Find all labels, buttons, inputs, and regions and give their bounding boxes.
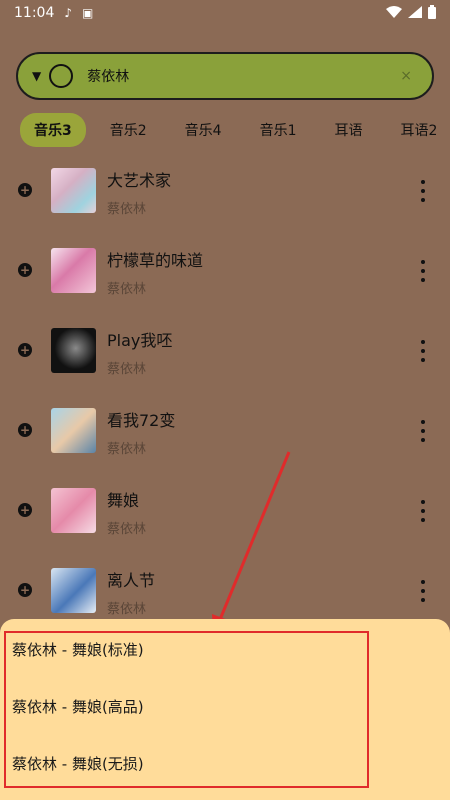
- status-bar: 11:04 ♪ ▣: [0, 0, 450, 26]
- dropdown-arrow-icon[interactable]: ▼: [32, 69, 41, 83]
- more-options-icon[interactable]: [416, 180, 430, 202]
- more-options-icon[interactable]: [416, 420, 430, 442]
- album-cover: [51, 328, 96, 373]
- song-list: + 大艺术家 蔡依林 + 柠檬草的味道 蔡依林 + Play我呸 蔡依林 + 看…: [0, 152, 450, 632]
- quality-option-high[interactable]: 蔡依林 - 舞娘(高品): [12, 696, 144, 717]
- album-cover: [51, 248, 96, 293]
- song-row[interactable]: + 舞娘 蔡依林: [0, 472, 450, 552]
- status-time: 11:04: [14, 5, 55, 21]
- status-right: [386, 4, 436, 22]
- music-note-icon: ♪: [64, 6, 73, 20]
- add-icon[interactable]: +: [18, 263, 32, 277]
- search-input[interactable]: [85, 67, 401, 85]
- song-title: 离人节: [107, 571, 156, 590]
- song-artist: 蔡依林: [107, 602, 147, 617]
- album-cover: [51, 568, 96, 613]
- song-row[interactable]: + 看我72变 蔡依林: [0, 392, 450, 472]
- song-row[interactable]: + Play我呸 蔡依林: [0, 312, 450, 392]
- add-icon[interactable]: +: [18, 423, 32, 437]
- tab-music4[interactable]: 音乐4: [171, 113, 236, 147]
- status-left: 11:04 ♪ ▣: [14, 5, 93, 21]
- tab-whisper2[interactable]: 耳语2: [387, 113, 450, 147]
- battery-icon: [428, 4, 436, 22]
- song-title: Play我呸: [107, 331, 173, 350]
- search-circle-icon: [49, 64, 74, 88]
- more-options-icon[interactable]: [416, 580, 430, 602]
- quality-option-lossless[interactable]: 蔡依林 - 舞娘(无损): [12, 753, 144, 774]
- more-options-icon[interactable]: [416, 340, 430, 362]
- song-artist: 蔡依林: [107, 362, 147, 377]
- tab-music2[interactable]: 音乐2: [96, 113, 161, 147]
- more-options-icon[interactable]: [416, 260, 430, 282]
- search-bar[interactable]: ▼ ×: [16, 52, 434, 100]
- song-artist: 蔡依林: [107, 442, 147, 457]
- add-icon[interactable]: +: [18, 183, 32, 197]
- quality-sheet: 蔡依林 - 舞娘(标准) 蔡依林 - 舞娘(高品) 蔡依林 - 舞娘(无损): [0, 619, 450, 800]
- signal-icon: [408, 5, 422, 21]
- tab-whisper[interactable]: 耳语: [321, 113, 377, 147]
- more-options-icon[interactable]: [416, 500, 430, 522]
- add-icon[interactable]: +: [18, 583, 32, 597]
- add-icon[interactable]: +: [18, 503, 32, 517]
- a-icon: ▣: [82, 6, 94, 20]
- source-tabs: 音乐3 音乐2 音乐4 音乐1 耳语 耳语2: [20, 113, 450, 147]
- song-title: 舞娘: [107, 491, 140, 510]
- wifi-icon: [386, 5, 402, 21]
- add-icon[interactable]: +: [18, 343, 32, 357]
- tab-music1[interactable]: 音乐1: [246, 113, 311, 147]
- song-artist: 蔡依林: [107, 522, 147, 537]
- album-cover: [51, 488, 96, 533]
- song-artist: 蔡依林: [107, 282, 147, 297]
- song-title: 柠檬草的味道: [107, 251, 204, 270]
- clear-icon[interactable]: ×: [400, 68, 412, 84]
- album-cover: [51, 408, 96, 453]
- quality-option-standard[interactable]: 蔡依林 - 舞娘(标准): [12, 639, 144, 660]
- song-title: 看我72变: [107, 411, 176, 430]
- song-artist: 蔡依林: [107, 202, 147, 217]
- song-row[interactable]: + 大艺术家 蔡依林: [0, 152, 450, 232]
- song-row[interactable]: + 柠檬草的味道 蔡依林: [0, 232, 450, 312]
- album-cover: [51, 168, 96, 213]
- song-title: 大艺术家: [107, 171, 172, 190]
- tab-music3[interactable]: 音乐3: [20, 113, 86, 147]
